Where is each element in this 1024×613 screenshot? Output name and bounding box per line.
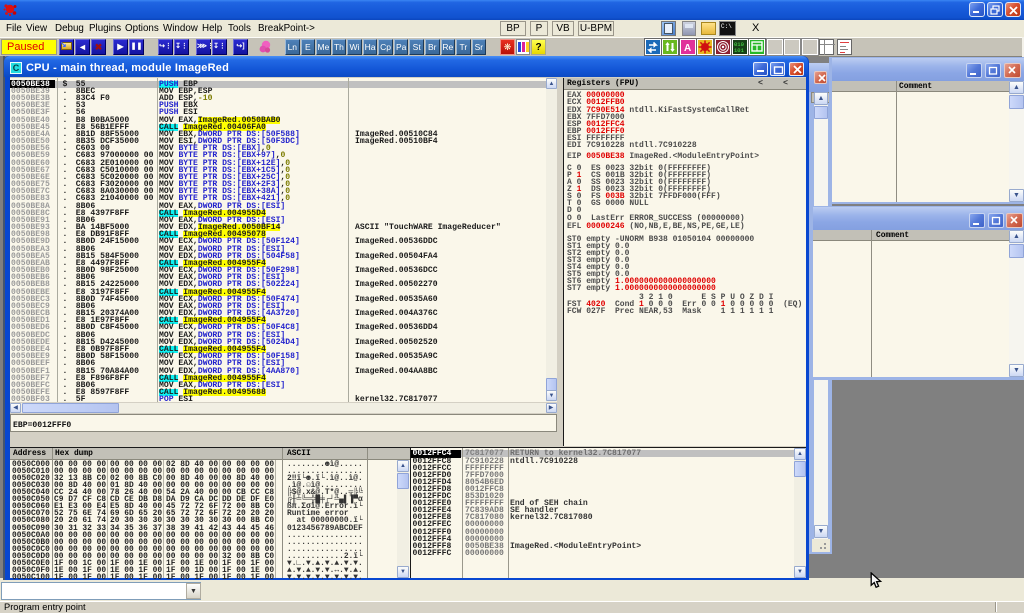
svg-text:A: A [684, 43, 691, 54]
svg-text:101: 101 [734, 47, 745, 54]
